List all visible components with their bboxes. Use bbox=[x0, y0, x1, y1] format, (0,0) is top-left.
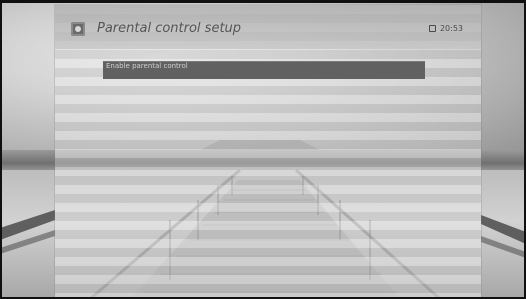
settings-icon bbox=[71, 22, 85, 36]
clock: 20:53 bbox=[428, 24, 463, 33]
menu-item-label: Enable parental control bbox=[106, 62, 188, 70]
clock-icon bbox=[428, 25, 436, 32]
settings-panel: Parental control setup 20:53 Enable pare… bbox=[55, 5, 481, 297]
frame-left bbox=[0, 0, 2, 299]
menu-item-enable-parental-control[interactable]: Enable parental control bbox=[103, 61, 425, 79]
frame-top bbox=[0, 0, 526, 3]
tv-screen: Parental control setup 20:53 Enable pare… bbox=[0, 0, 526, 299]
page-title: Parental control setup bbox=[97, 21, 242, 36]
clock-time: 20:53 bbox=[439, 24, 463, 33]
panel-header: Parental control setup 20:53 bbox=[55, 5, 481, 49]
